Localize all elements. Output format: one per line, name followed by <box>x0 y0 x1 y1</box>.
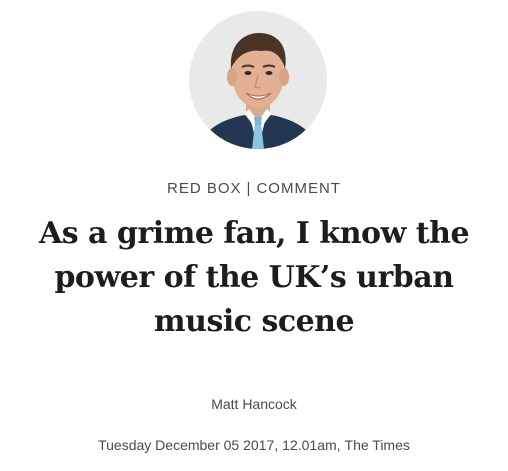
author-portrait <box>189 11 327 149</box>
publication-dateline: Tuesday December 05 2017, 12.01am, The Tim… <box>0 437 508 453</box>
author-byline[interactable]: Matt Hancock <box>0 396 508 412</box>
kicker-separator: | <box>246 180 252 197</box>
publish-time: 12.01am <box>282 437 337 453</box>
article-headline: As a grime fan, I know the power of the … <box>38 216 470 339</box>
author-avatar <box>189 11 327 149</box>
publication-name: The Times <box>344 437 410 453</box>
publish-date: Tuesday December 05 2017 <box>98 437 275 453</box>
category-label[interactable]: COMMENT <box>256 180 341 197</box>
section-kicker[interactable]: RED BOX | COMMENT <box>0 180 508 197</box>
section-label[interactable]: RED BOX <box>167 180 242 197</box>
article-header: RED BOX | COMMENT As a grime fan, I know t… <box>0 0 508 471</box>
dateline-comma-2: , <box>336 437 341 453</box>
dateline-comma: , <box>274 437 279 453</box>
